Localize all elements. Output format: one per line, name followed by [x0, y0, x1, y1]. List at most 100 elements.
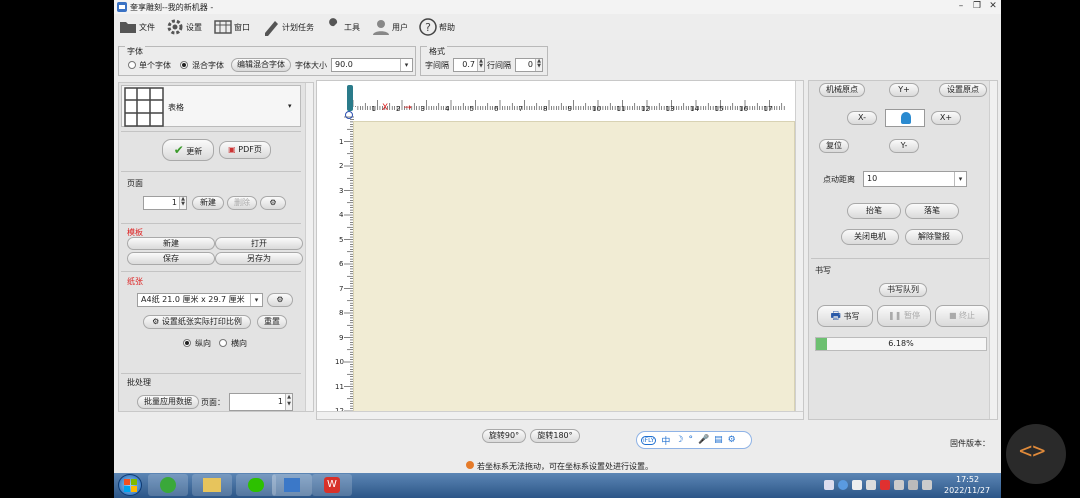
- taskbar-wechat[interactable]: [236, 474, 276, 496]
- rotate-180-button[interactable]: 旋转180°: [530, 429, 580, 443]
- code-toggle-button[interactable]: <>: [1006, 424, 1066, 484]
- chevron-down-icon[interactable]: ▾: [954, 172, 966, 186]
- taskbar-browser[interactable]: [148, 474, 188, 496]
- canvas-scrollbar-h[interactable]: [317, 411, 803, 419]
- engraver-app-icon: [284, 478, 300, 492]
- ime-keyboard-icon[interactable]: ▤: [714, 435, 723, 445]
- pen-up-button[interactable]: 抬笔: [847, 203, 901, 219]
- tray-icon[interactable]: [824, 480, 834, 490]
- jog-distance-combo[interactable]: 10 ▾: [863, 171, 967, 187]
- ime-chinese-icon[interactable]: 中: [661, 434, 670, 447]
- paper-settings-button[interactable]: ⚙: [267, 293, 293, 307]
- network-icon[interactable]: [908, 480, 918, 490]
- maximize-button[interactable]: ❐: [970, 0, 984, 12]
- pause-button[interactable]: ❚❚ 暂停: [877, 305, 931, 327]
- tray-icon[interactable]: [866, 480, 876, 490]
- clear-alarm-button[interactable]: 解除警报: [905, 229, 963, 245]
- batch-page-input[interactable]: 1 ▲ ▼: [229, 393, 293, 411]
- horizontal-ruler: 1 2 3 4 5 6 7 8 9 10 11 12 13 14 15 16 17 X →: [349, 81, 791, 113]
- chevron-down-icon[interactable]: ▾: [400, 59, 412, 71]
- paper-size-combo[interactable]: A4纸 21.0 厘米 x 29.7 厘米 ▾: [137, 293, 263, 307]
- chevron-down-icon[interactable]: ▾: [288, 102, 292, 110]
- tray-icon[interactable]: [880, 480, 890, 490]
- update-button[interactable]: ✔ 更新: [162, 139, 214, 161]
- machine-origin-button[interactable]: 机械原点: [819, 83, 865, 97]
- left-panel-scrollbar[interactable]: [305, 83, 313, 411]
- template-save-button[interactable]: 保存: [127, 252, 215, 265]
- spinner-icon[interactable]: ▲ ▼: [285, 394, 292, 410]
- edit-mixed-font-button[interactable]: 编辑混合字体: [231, 58, 291, 72]
- jog-distance-value: 10: [867, 174, 878, 183]
- menu-file[interactable]: 文件: [119, 17, 155, 37]
- template-name: 表格: [168, 103, 184, 112]
- single-font-radio[interactable]: [128, 61, 136, 69]
- font-size-combo[interactable]: 90.0 ▾: [331, 58, 413, 72]
- volume-icon[interactable]: [922, 480, 932, 490]
- x-plus-button[interactable]: X+: [931, 111, 961, 125]
- code-brackets-icon: <>: [1019, 439, 1046, 464]
- portrait-radio[interactable]: [183, 339, 191, 347]
- taskbar-wps[interactable]: W: [312, 474, 352, 496]
- batch-page-label: 页面：: [201, 398, 225, 407]
- ime-punct-icon[interactable]: °: [688, 435, 693, 445]
- write-button[interactable]: 🖶 书写: [817, 305, 873, 327]
- rotate-90-button[interactable]: 旋转90°: [482, 429, 526, 443]
- line-spacing-input[interactable]: 0 ▲ ▼: [515, 58, 543, 72]
- chevron-down-icon[interactable]: ▾: [250, 294, 262, 306]
- center-button[interactable]: [885, 109, 925, 127]
- paper-reset-button[interactable]: 重置: [257, 315, 287, 329]
- template-save-as-button[interactable]: 另存为: [215, 252, 303, 265]
- ime-moon-icon[interactable]: ☽: [675, 435, 683, 445]
- menu-help[interactable]: ? 帮助: [419, 17, 455, 37]
- tray-icon[interactable]: [852, 480, 862, 490]
- x-minus-button[interactable]: X-: [847, 111, 877, 125]
- delete-page-button[interactable]: 删除: [227, 196, 257, 210]
- page-settings-button[interactable]: ⚙: [260, 196, 286, 210]
- pdf-page-button[interactable]: ▣ PDF页: [219, 141, 271, 159]
- page-number-input[interactable]: 1 ▲ ▼: [143, 196, 187, 210]
- right-panel-scrollbar[interactable]: [989, 81, 997, 419]
- set-print-ratio-button[interactable]: ⚙ 设置纸张实际打印比例: [143, 315, 251, 329]
- spinner-icon[interactable]: ▲ ▼: [477, 59, 484, 71]
- y-plus-button[interactable]: Y+: [889, 83, 919, 97]
- ime-toolbar[interactable]: iFLY 中 ☽ ° 🎤 ▤ ⚙: [636, 431, 752, 449]
- menu-settings[interactable]: 设置: [166, 17, 202, 37]
- ime-settings-icon[interactable]: ⚙: [728, 435, 736, 445]
- right-panel: 机械原点 Y+ 设置原点 X- X+ 复位 Y- 点动距离 10 ▾ 抬笔 落笔…: [808, 80, 998, 420]
- mixed-font-radio[interactable]: [180, 61, 188, 69]
- spinner-icon[interactable]: ▲ ▼: [179, 197, 186, 209]
- ime-mic-icon[interactable]: 🎤: [698, 435, 709, 445]
- pen-down-button[interactable]: 落笔: [905, 203, 959, 219]
- template-new-button[interactable]: 新建: [127, 237, 215, 250]
- taskbar-explorer[interactable]: [192, 474, 232, 496]
- tray-icon[interactable]: [838, 480, 848, 490]
- canvas-scrollbar-v[interactable]: [795, 81, 803, 411]
- char-spacing-input[interactable]: 0.7 ▲ ▼: [453, 58, 485, 72]
- close-button[interactable]: ✕: [986, 0, 1000, 12]
- page-number-value: 1: [171, 198, 177, 207]
- landscape-radio[interactable]: [219, 339, 227, 347]
- menu-task-label: 计划任务: [282, 22, 314, 32]
- ruler-label: 9: [567, 105, 572, 113]
- minimize-button[interactable]: –: [954, 0, 968, 12]
- start-button[interactable]: [118, 474, 142, 496]
- taskbar-engraver[interactable]: [272, 474, 312, 496]
- write-queue-button[interactable]: 书写队列: [879, 283, 927, 297]
- menu-window[interactable]: 窗口: [214, 17, 250, 37]
- motor-off-button[interactable]: 关闭电机: [841, 229, 899, 245]
- template-selector[interactable]: 表格 ▾: [121, 85, 301, 127]
- stop-button[interactable]: ■ 终止: [935, 305, 989, 327]
- set-origin-button[interactable]: 设置原点: [939, 83, 987, 97]
- paper-canvas[interactable]: [353, 121, 795, 413]
- home-button[interactable]: 复位: [819, 139, 849, 153]
- batch-apply-button[interactable]: 批量应用数据: [137, 395, 199, 409]
- menu-task[interactable]: 计划任务: [262, 17, 314, 37]
- y-minus-button[interactable]: Y-: [889, 139, 919, 153]
- menu-user[interactable]: 用户: [372, 17, 408, 37]
- tray-icon[interactable]: [894, 480, 904, 490]
- menu-file-label: 文件: [139, 22, 155, 32]
- template-open-button[interactable]: 打开: [215, 237, 303, 250]
- menu-tools[interactable]: 工具: [324, 17, 360, 37]
- spinner-icon[interactable]: ▲ ▼: [535, 59, 542, 71]
- new-page-button[interactable]: 新建: [192, 196, 224, 210]
